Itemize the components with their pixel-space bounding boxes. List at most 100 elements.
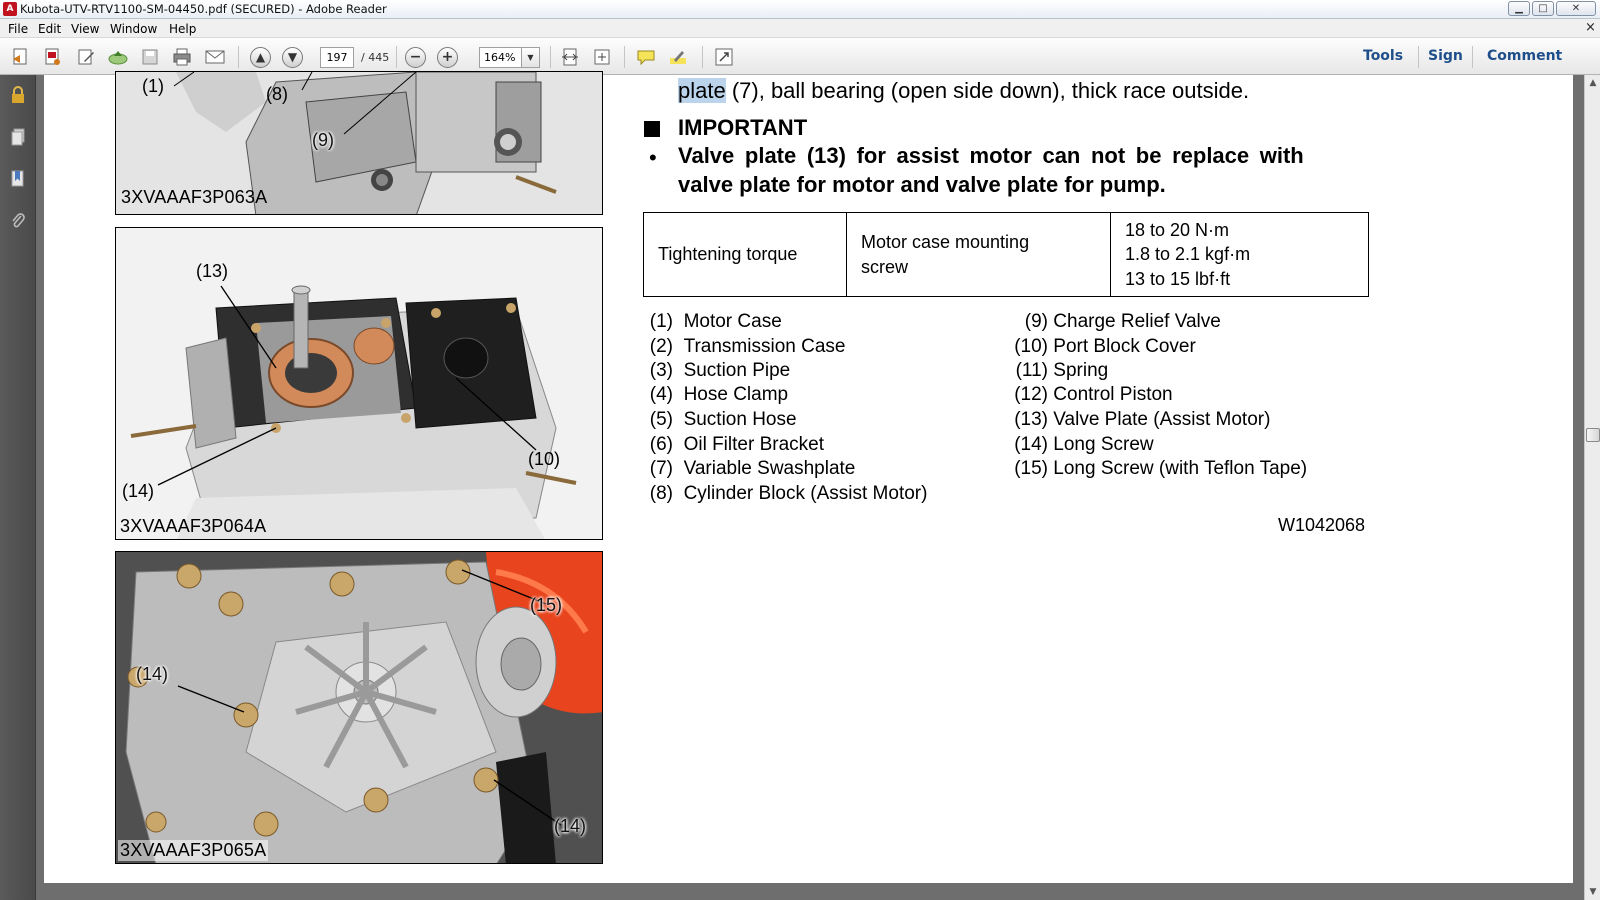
toolbar-separator — [550, 46, 551, 68]
list-item: (1) Motor Case — [649, 311, 782, 332]
bullet: • — [649, 145, 657, 170]
figure-3xvaaaf3p065a: (15) (14) (14) 3XVAAAF3P065A — [115, 551, 603, 864]
torque-value-nm: 18 to 20 N·m — [1125, 219, 1230, 240]
attachments-icon[interactable] — [9, 211, 27, 231]
navigation-pane — [0, 75, 36, 900]
important-text-line-1: Valve plate (13) for assist motor can no… — [678, 143, 1304, 168]
tools-panel-button[interactable]: Tools — [1363, 48, 1403, 64]
figure-ref-label: (10) — [528, 449, 561, 469]
figure-ref-label: (14) — [136, 664, 169, 684]
toolbar-separator — [702, 46, 703, 68]
fit-width-icon[interactable] — [590, 46, 614, 68]
figure-ref-label: (8) — [266, 84, 288, 104]
menu-bar: File Edit View Window Help × — [0, 19, 1600, 38]
important-marker — [644, 121, 660, 137]
selected-text[interactable]: plate — [678, 78, 726, 103]
highlight-text-icon[interactable] — [666, 46, 690, 68]
toolbar-separator — [396, 46, 397, 68]
close-document-icon[interactable]: × — [1585, 20, 1596, 35]
email-icon[interactable] — [203, 46, 227, 68]
figure-3xvaaaf3p063a: (1) (8) (9) 3XVAAAF3P063A — [115, 71, 603, 215]
save-icon[interactable] — [138, 46, 162, 68]
torque-item-line-1: Motor case mounting — [861, 231, 1030, 252]
important-heading: IMPORTANT — [678, 115, 808, 140]
full-screen-icon[interactable] — [712, 46, 736, 68]
minimize-button[interactable]: ▁ — [1508, 1, 1530, 16]
list-item: (14) Long Screw — [1014, 434, 1154, 455]
intro-line: plate (7), ball bearing (open side down)… — [678, 78, 1249, 104]
window-title: Kubota-UTV-RTV1100-SM-04450.pdf (SECURED… — [20, 2, 387, 16]
previous-page-icon[interactable]: ▲ — [250, 47, 271, 68]
title-bar: A Kubota-UTV-RTV1100-SM-04450.pdf (SECUR… — [0, 0, 1600, 19]
figure-ref-label: (13) — [196, 261, 229, 281]
adobe-reader-icon: A — [3, 2, 17, 16]
menu-edit[interactable]: Edit — [38, 22, 61, 36]
page-total: / 445 — [361, 51, 390, 64]
pdf-page: (1) (8) (9) 3XVAAAF3P063A (13) (14) (10)… — [44, 71, 1573, 883]
menu-view[interactable]: View — [71, 22, 99, 36]
menu-file[interactable]: File — [8, 22, 28, 36]
intro-line-text: (7), ball bearing (open side down), thic… — [725, 78, 1250, 103]
torque-item: Motor case mounting screw — [846, 212, 1111, 297]
torque-value-kgfm: 1.8 to 2.1 kgf·m — [1125, 244, 1251, 265]
important-text-line-2: valve plate for motor and valve plate fo… — [678, 172, 1166, 197]
list-item: (15) Long Screw (with Teflon Tape) — [1014, 458, 1308, 479]
figure-ref-label: (14) — [122, 481, 155, 501]
page-number-input[interactable]: 197 — [320, 47, 354, 68]
upload-cloud-icon[interactable] — [106, 46, 130, 68]
list-item: (13) Valve Plate (Assist Motor) — [1014, 409, 1271, 430]
menu-help[interactable]: Help — [169, 22, 196, 36]
panel-separator — [1472, 46, 1473, 68]
figure-ref-label: (9) — [312, 130, 334, 150]
list-item: (12) Control Piston — [1014, 384, 1173, 405]
fit-page-icon[interactable] — [558, 46, 582, 68]
list-item: (9) Charge Relief Valve — [1024, 311, 1221, 332]
scroll-up-icon[interactable]: ▲ — [1585, 75, 1600, 91]
zoom-dropdown-icon[interactable]: ▼ — [522, 47, 540, 68]
list-item: (8) Cylinder Block (Assist Motor) — [649, 483, 928, 504]
menu-window[interactable]: Window — [110, 22, 157, 36]
scrollbar-thumb[interactable] — [1586, 428, 1600, 442]
torque-item-line-2: screw — [861, 256, 909, 277]
figure-id: 3XVAAAF3P063A — [121, 187, 268, 207]
maximize-button[interactable]: □ — [1532, 1, 1554, 16]
zoom-out-icon[interactable]: − — [405, 47, 426, 68]
figure-3xvaaaf3p064a: (13) (14) (10) 3XVAAAF3P064A — [115, 227, 603, 540]
document-area[interactable]: (1) (8) (9) 3XVAAAF3P063A (13) (14) (10)… — [36, 71, 1584, 900]
print-icon[interactable] — [170, 46, 194, 68]
list-item: (3) Suction Pipe — [649, 360, 791, 381]
zoom-in-icon[interactable]: + — [437, 47, 458, 68]
export-pdf-icon[interactable] — [40, 46, 64, 68]
list-item: (10) Port Block Cover — [1014, 336, 1196, 357]
toolbar-separator — [238, 46, 239, 68]
list-item: (2) Transmission Case — [649, 336, 846, 357]
edit-pdf-icon[interactable] — [74, 46, 98, 68]
figure-id: 3XVAAAF3P064A — [120, 516, 267, 536]
toolbar: ▲ ▼ 197 / 445 − + 164% ▼ Tools Sign Comm… — [0, 38, 1600, 75]
toolbar-separator — [624, 46, 625, 68]
security-lock-icon[interactable] — [9, 85, 27, 105]
list-item: (4) Hose Clamp — [649, 384, 789, 405]
list-item: (7) Variable Swashplate — [649, 458, 856, 479]
next-page-icon[interactable]: ▼ — [282, 47, 303, 68]
torque-value-lbfft: 13 to 15 lbf·ft — [1125, 268, 1231, 289]
create-pdf-icon[interactable] — [8, 46, 32, 68]
list-item: (5) Suction Hose — [649, 409, 797, 430]
comment-note-icon[interactable] — [634, 46, 658, 68]
figure-ref-label: (14) — [554, 816, 587, 836]
panel-separator — [1418, 46, 1419, 68]
bookmarks-icon[interactable] — [9, 169, 27, 189]
torque-table: Tightening torque Motor case mounting sc… — [643, 212, 1369, 297]
sign-panel-button[interactable]: Sign — [1428, 48, 1463, 64]
figure-ref-label: (1) — [142, 76, 164, 96]
close-window-button[interactable]: ✕ — [1556, 1, 1596, 16]
figure-ref-label: (15) — [530, 595, 563, 615]
page-thumbnails-icon[interactable] — [9, 127, 27, 147]
scroll-down-icon[interactable]: ▼ — [1585, 884, 1600, 900]
comment-panel-button[interactable]: Comment — [1487, 48, 1562, 64]
list-item: (6) Oil Filter Bracket — [649, 434, 824, 455]
torque-values: 18 to 20 N·m 1.8 to 2.1 kgf·m 13 to 15 l… — [1110, 212, 1369, 297]
zoom-level-input[interactable]: 164% — [479, 47, 522, 68]
figure-id: 3XVAAAF3P065A — [118, 840, 269, 861]
vertical-scrollbar[interactable]: ▲ ▼ — [1584, 75, 1600, 900]
